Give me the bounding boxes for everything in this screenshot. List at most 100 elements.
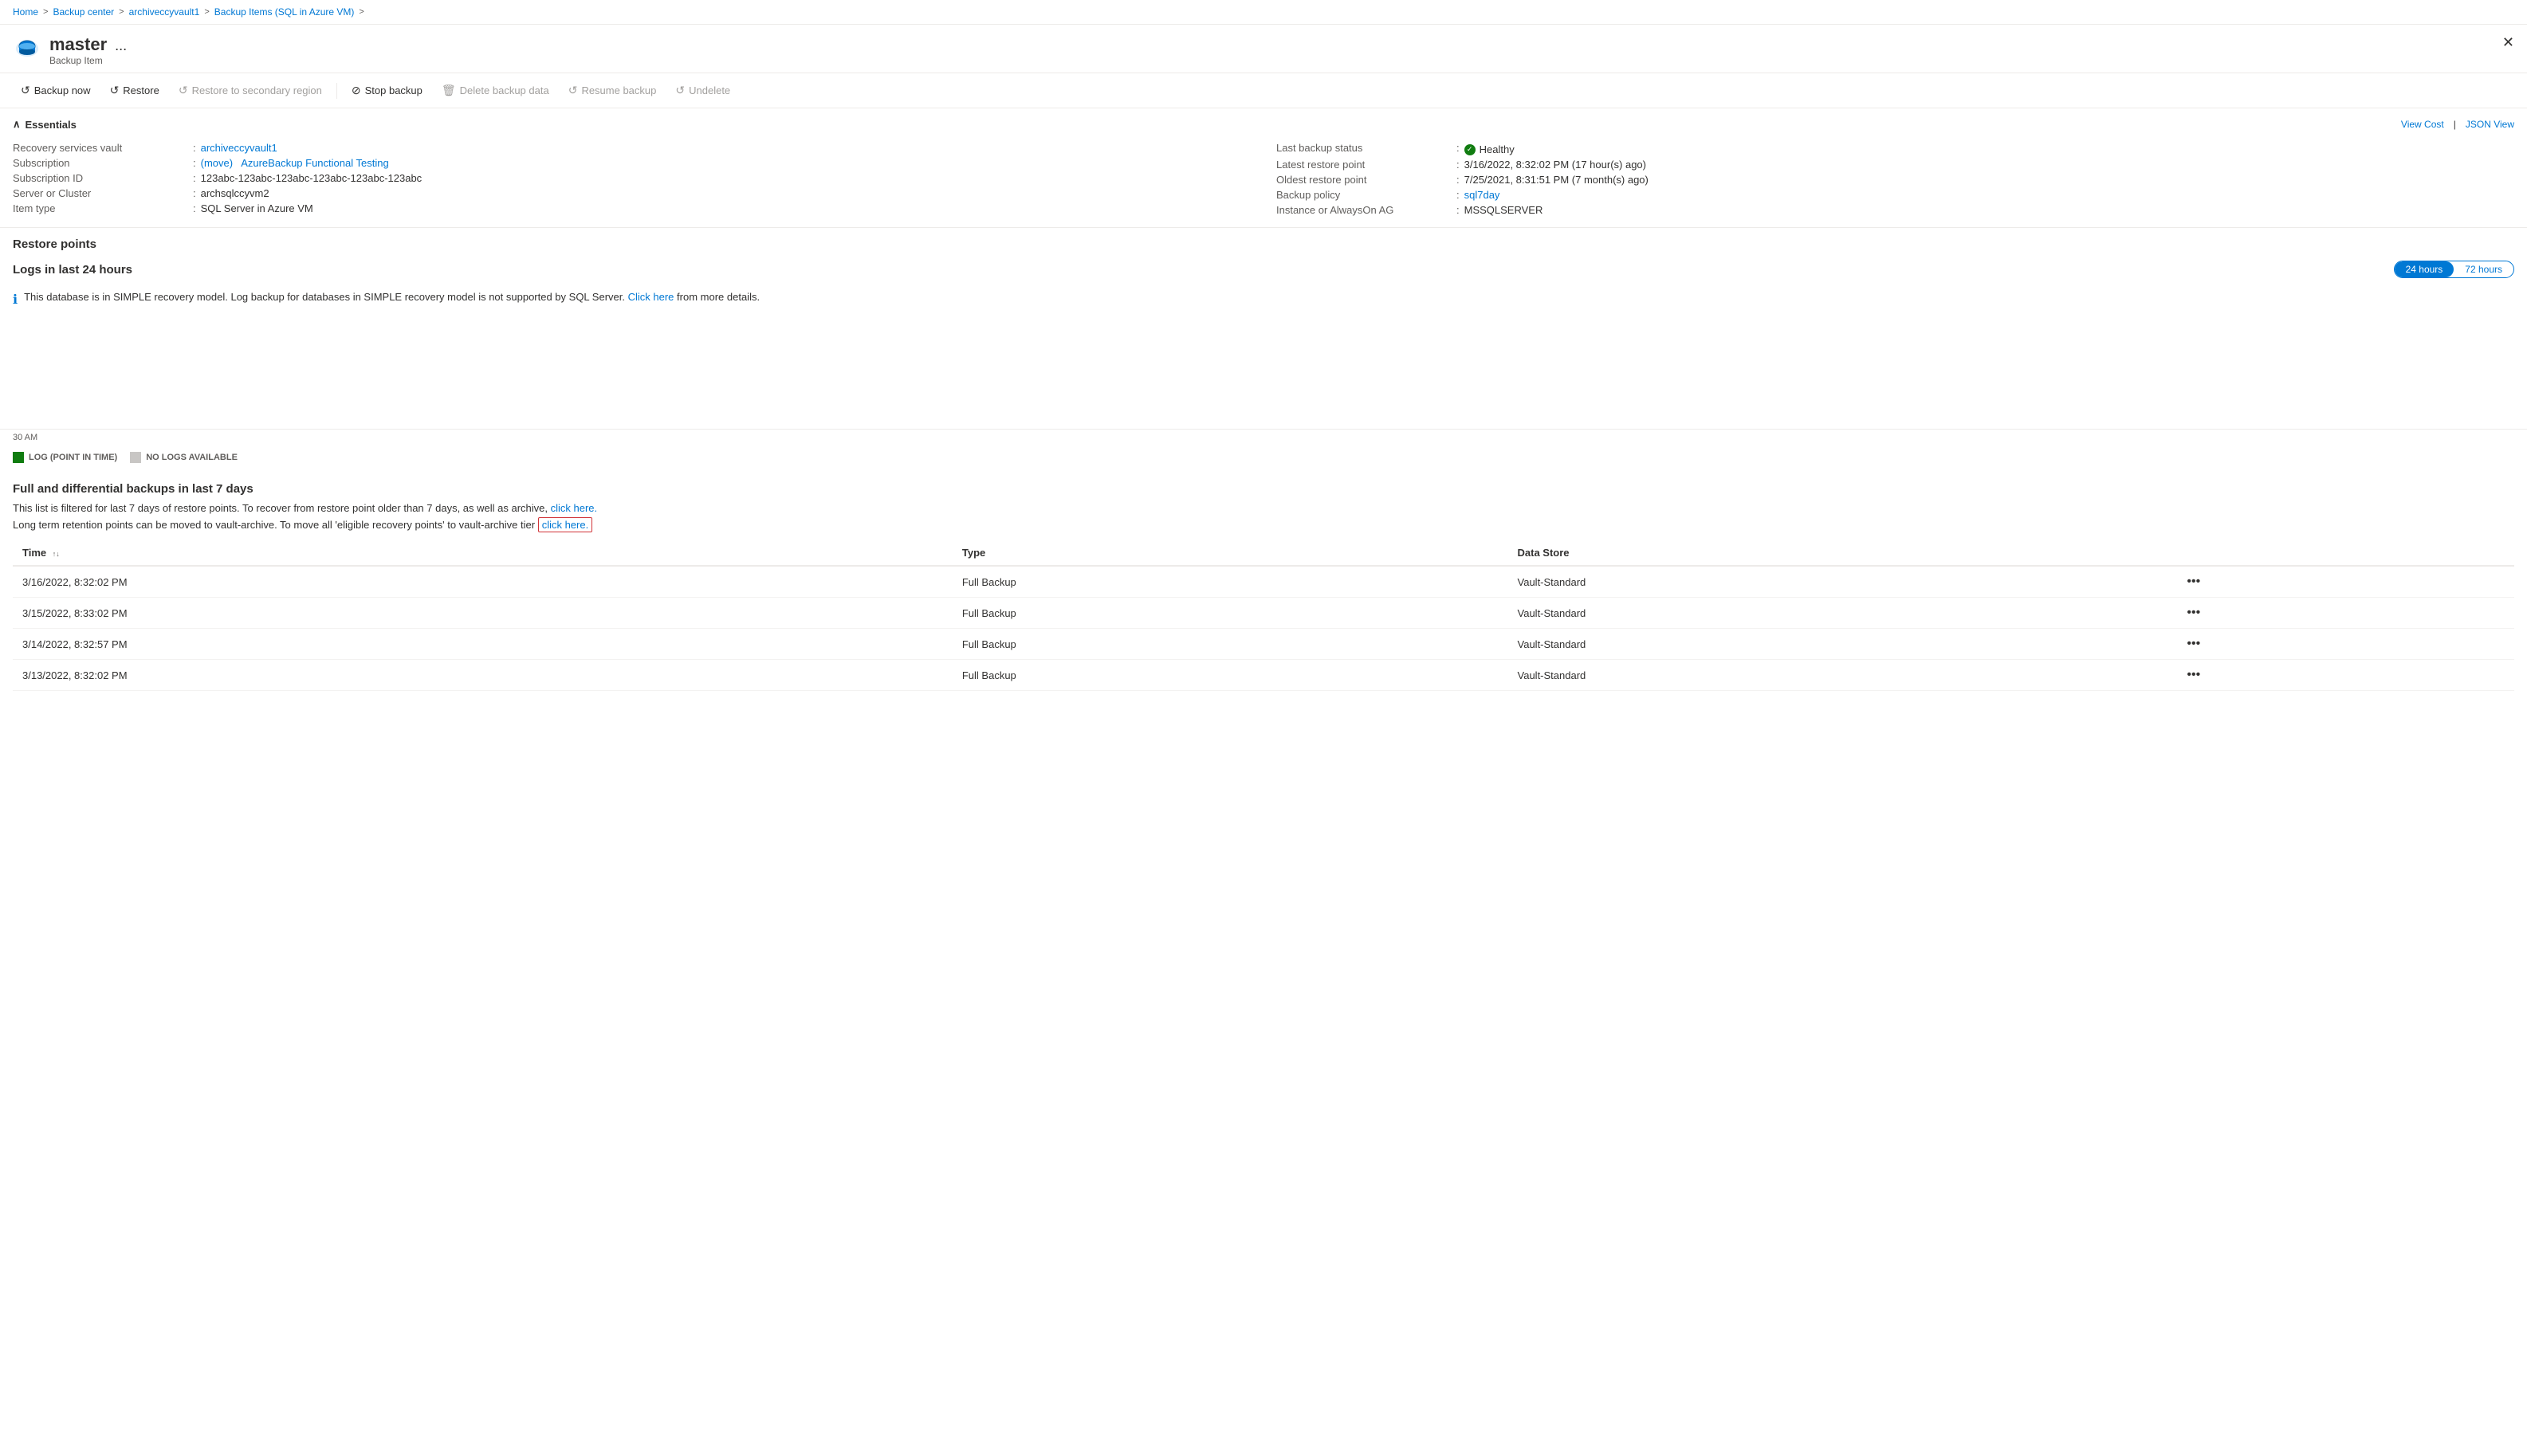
row-more-button-2[interactable]: ••• xyxy=(2180,635,2207,653)
full-backup-click-here-highlighted[interactable]: click here. xyxy=(538,517,593,532)
restore-points-title: Restore points xyxy=(13,237,96,251)
timeline-area: 30 AM LOG (POINT IN TIME) NO LOGS AVAILA… xyxy=(0,429,2527,469)
breadcrumb-sep-3: > xyxy=(204,7,209,17)
healthy-badge: Healthy xyxy=(1464,143,1515,155)
resume-backup-icon: ↺ xyxy=(568,84,578,97)
time-sort-icon[interactable]: ↑↓ xyxy=(53,550,60,558)
toolbar-separator xyxy=(336,83,337,99)
essentials-value-backup-status: Healthy xyxy=(1464,143,1515,155)
stop-backup-icon: ⊘ xyxy=(352,84,361,97)
subscription-link[interactable]: AzureBackup Functional Testing xyxy=(241,157,388,169)
breadcrumb-backup-center[interactable]: Backup center xyxy=(53,6,114,18)
col-actions xyxy=(2171,540,2514,566)
essentials-row-subscription: Subscription : (move) AzureBackup Functi… xyxy=(13,155,1251,171)
restore-secondary-button[interactable]: ↺ Restore to secondary region xyxy=(171,80,330,101)
timeline-log-label: LOG (POINT IN TIME) xyxy=(29,453,117,462)
time-toggle-24h[interactable]: 24 hours xyxy=(2395,261,2454,277)
header-more-button[interactable]: ... xyxy=(115,34,127,54)
json-view-link[interactable]: JSON View xyxy=(2466,119,2514,130)
resume-backup-label: Resume backup xyxy=(581,84,656,96)
cell-time-2: 3/14/2022, 8:32:57 PM xyxy=(13,629,953,660)
essentials-label-backup-status: Last backup status xyxy=(1276,142,1452,154)
info-message: ℹ This database is in SIMPLE recovery mo… xyxy=(0,285,2527,317)
view-cost-link[interactable]: View Cost xyxy=(2401,119,2444,130)
time-toggle: 24 hours 72 hours xyxy=(2394,261,2514,278)
restore-points-section: Restore points xyxy=(0,228,2527,254)
breadcrumb-backup-items[interactable]: Backup Items (SQL in Azure VM) xyxy=(214,6,355,18)
cell-datastore-3: Vault-Standard xyxy=(1508,660,2171,691)
col-data-store: Data Store xyxy=(1508,540,2171,566)
cell-more-2[interactable]: ••• xyxy=(2171,629,2514,660)
backup-now-button[interactable]: ↺ Backup now xyxy=(13,80,99,101)
timeline-log-color xyxy=(13,452,24,463)
time-toggle-72h[interactable]: 72 hours xyxy=(2454,261,2513,277)
essentials-chevron[interactable]: ∧ xyxy=(13,118,21,131)
essentials-row-vault: Recovery services vault : archiveccyvaul… xyxy=(13,140,1251,155)
breadcrumb-sep-4: > xyxy=(359,7,364,17)
breadcrumb-home[interactable]: Home xyxy=(13,6,38,18)
backup-table-body: 3/16/2022, 8:32:02 PM Full Backup Vault-… xyxy=(13,566,2514,691)
essentials-link-sep: | xyxy=(2454,119,2456,130)
restore-secondary-icon: ↺ xyxy=(179,84,188,97)
row-more-button-3[interactable]: ••• xyxy=(2180,666,2207,684)
full-backup-section: Full and differential backups in last 7 … xyxy=(0,469,2527,691)
essentials-value-subscription: (move) AzureBackup Functional Testing xyxy=(201,157,389,169)
cell-datastore-2: Vault-Standard xyxy=(1508,629,2171,660)
cell-datastore-0: Vault-Standard xyxy=(1508,566,2171,598)
row-more-button-0[interactable]: ••• xyxy=(2180,573,2207,591)
essentials-row-backup-policy: Backup policy : sql7day xyxy=(1276,187,2514,202)
delete-backup-button[interactable]: 🗑 Delete backup data xyxy=(434,80,557,101)
restore-button[interactable]: ↺ Restore xyxy=(102,80,167,101)
close-button[interactable]: ✕ xyxy=(2502,34,2514,51)
cell-time-1: 3/15/2022, 8:33:02 PM xyxy=(13,598,953,629)
timeline-time-label: 30 AM xyxy=(13,430,2514,445)
table-row: 3/16/2022, 8:32:02 PM Full Backup Vault-… xyxy=(13,566,2514,598)
toolbar: ↺ Backup now ↺ Restore ↺ Restore to seco… xyxy=(0,73,2527,108)
essentials-label-backup-policy: Backup policy xyxy=(1276,189,1452,201)
full-backup-title: Full and differential backups in last 7 … xyxy=(13,482,2514,496)
row-more-button-1[interactable]: ••• xyxy=(2180,604,2207,622)
stop-backup-button[interactable]: ⊘ Stop backup xyxy=(344,80,430,101)
logs-header: Logs in last 24 hours 24 hours 72 hours xyxy=(0,254,2527,285)
essentials-left: Recovery services vault : archiveccyvaul… xyxy=(13,140,1251,218)
essentials-label-subscription: Subscription xyxy=(13,157,188,169)
cell-time-3: 3/13/2022, 8:32:02 PM xyxy=(13,660,953,691)
essentials-links: View Cost | JSON View xyxy=(2401,119,2514,130)
page-subtitle: Backup Item xyxy=(49,55,107,66)
essentials-label-latest-restore: Latest restore point xyxy=(1276,159,1452,171)
timeline-bar-container: LOG (POINT IN TIME) NO LOGS AVAILABLE xyxy=(13,445,2514,469)
breadcrumb-vault[interactable]: archiveccyvault1 xyxy=(129,6,200,18)
full-backup-desc2: Long term retention points can be moved … xyxy=(13,519,2514,531)
stop-backup-label: Stop backup xyxy=(365,84,422,96)
essentials-label-vault: Recovery services vault xyxy=(13,142,188,154)
table-row: 3/13/2022, 8:32:02 PM Full Backup Vault-… xyxy=(13,660,2514,691)
backup-policy-link[interactable]: sql7day xyxy=(1464,189,1500,201)
subscription-move-link[interactable]: (move) xyxy=(201,157,233,169)
undelete-button[interactable]: ↺ Undelete xyxy=(667,80,738,101)
breadcrumb-sep-2: > xyxy=(119,7,124,17)
essentials-row-oldest-restore: Oldest restore point : 7/25/2021, 8:31:5… xyxy=(1276,172,2514,187)
delete-backup-label: Delete backup data xyxy=(460,84,549,96)
cell-more-0[interactable]: ••• xyxy=(2171,566,2514,598)
info-suffix: from more details. xyxy=(677,291,760,303)
essentials-row-sub-id: Subscription ID : 123abc-123abc-123abc-1… xyxy=(13,171,1251,186)
cell-more-1[interactable]: ••• xyxy=(2171,598,2514,629)
backup-table: Time ↑↓ Type Data Store 3/16/2022, 8:32:… xyxy=(13,540,2514,691)
essentials-value-vault: archiveccyvault1 xyxy=(201,142,277,154)
info-icon: ℹ xyxy=(13,292,18,308)
logs-title: Logs in last 24 hours xyxy=(13,263,132,277)
vault-link[interactable]: archiveccyvault1 xyxy=(201,142,277,154)
essentials-section: ∧ Essentials View Cost | JSON View Recov… xyxy=(0,108,2527,228)
breadcrumb-sep-1: > xyxy=(43,7,48,17)
delete-backup-icon: 🗑 xyxy=(442,84,456,97)
backup-table-header-row: Time ↑↓ Type Data Store xyxy=(13,540,2514,566)
timeline-spacer xyxy=(0,317,2527,381)
essentials-label-item-type: Item type xyxy=(13,202,188,214)
info-click-here-link[interactable]: Click here xyxy=(628,291,674,303)
full-backup-click-here-link[interactable]: click here. xyxy=(551,502,598,514)
resume-backup-button[interactable]: ↺ Resume backup xyxy=(560,80,665,101)
backup-table-head: Time ↑↓ Type Data Store xyxy=(13,540,2514,566)
cell-type-1: Full Backup xyxy=(953,598,1508,629)
essentials-row-latest-restore: Latest restore point : 3/16/2022, 8:32:0… xyxy=(1276,157,2514,172)
cell-more-3[interactable]: ••• xyxy=(2171,660,2514,691)
